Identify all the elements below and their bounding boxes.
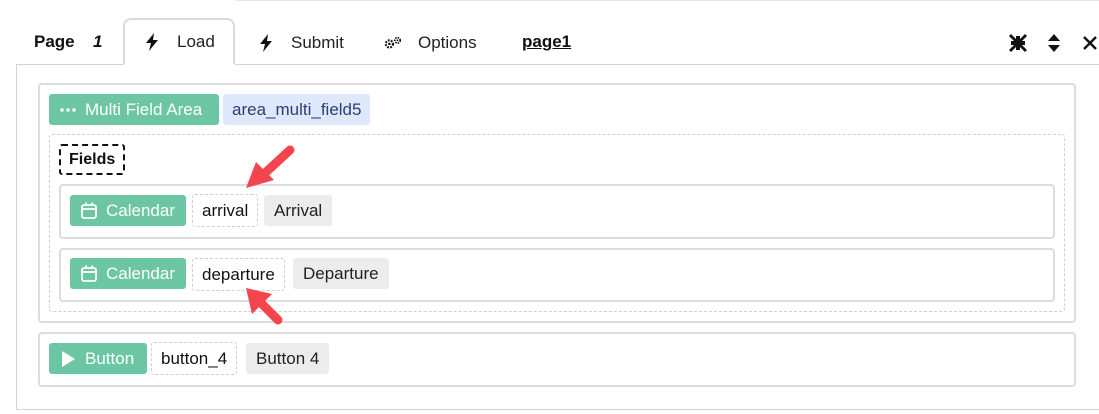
multi-field-area-id: area_multi_field5 — [223, 94, 371, 125]
tab-options[interactable]: Options — [384, 32, 477, 54]
sort-icon[interactable] — [1043, 32, 1065, 54]
page-number: 1 — [93, 32, 103, 51]
annotation-arrow-icon — [246, 145, 295, 188]
play-icon — [59, 350, 77, 368]
tab-submit[interactable]: Submit — [257, 32, 344, 54]
multi-field-area-type-label: Multi Field Area — [85, 99, 203, 119]
tab-submit-label: Submit — [291, 33, 344, 52]
tab-load-label: Load — [177, 32, 215, 51]
field-type-label: Calendar — [106, 200, 175, 220]
panel-border — [16, 409, 1099, 410]
bolt-icon — [257, 34, 275, 52]
gears-icon — [384, 34, 402, 52]
button-type-chip: Button — [49, 343, 147, 374]
close-icon[interactable] — [1079, 32, 1099, 54]
multi-field-area-type-chip: Multi Field Area — [49, 94, 219, 125]
tab-bar: Page 1 Load Submit Options page1 — [0, 18, 1099, 66]
button-id: button_4 — [151, 342, 238, 375]
field-type-chip: Calendar — [70, 195, 186, 226]
bolt-icon — [143, 33, 161, 51]
tab-load[interactable]: Load — [123, 18, 235, 64]
calendar-icon — [80, 265, 98, 283]
button-label: Button 4 — [246, 343, 330, 374]
tab-options-label: Options — [418, 33, 477, 52]
field-type-label: Calendar — [106, 263, 175, 283]
field-label-departure: Departure — [293, 258, 389, 289]
compress-icon[interactable] — [1007, 32, 1029, 54]
field-label-arrival: Arrival — [264, 195, 333, 226]
fields-label: Fields — [59, 144, 126, 175]
field-id-arrival: arrival — [192, 194, 259, 227]
panel-border — [16, 64, 124, 65]
field-type-chip: Calendar — [70, 258, 186, 289]
annotation-arrow-icon — [246, 288, 283, 325]
button-type-label: Button — [85, 348, 135, 368]
top-rule — [236, 0, 1099, 1]
panel-border — [16, 64, 17, 410]
page-label: Page — [34, 32, 75, 51]
ellipsis-icon — [59, 101, 77, 119]
panel-border — [235, 64, 1099, 65]
calendar-icon — [80, 202, 98, 220]
page-link[interactable]: page1 — [522, 32, 571, 52]
